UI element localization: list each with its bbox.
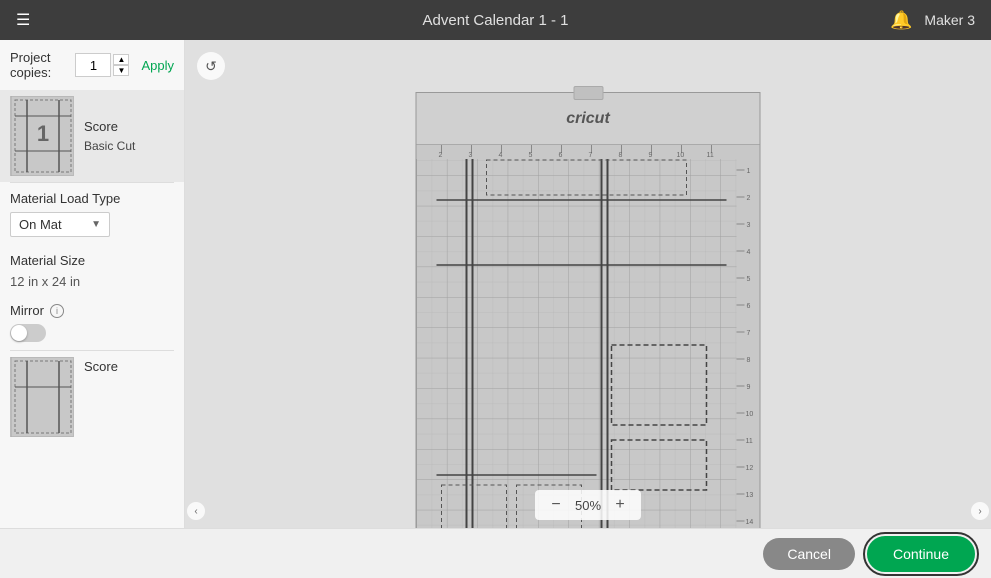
mat-thumbnail-svg-2: [11, 357, 73, 437]
svg-text:1: 1: [747, 168, 751, 175]
copies-up-arrow[interactable]: ▲: [113, 54, 129, 65]
continue-button[interactable]: Continue: [867, 536, 975, 572]
svg-text:5: 5: [747, 276, 751, 283]
material-load-section: Material Load Type On Mat ▼: [0, 183, 184, 245]
mirror-row: Mirror i: [0, 297, 184, 324]
svg-text:10: 10: [746, 411, 754, 418]
grid-canvas: 1 2 3 4 5 6 7 8 9: [417, 145, 760, 528]
copies-down-arrow[interactable]: ▼: [113, 65, 129, 76]
rotate-icon[interactable]: ↺: [197, 52, 225, 80]
mat-thumbnail-svg-1: 1: [11, 96, 73, 176]
project-copies-label: Project copies:: [10, 50, 67, 80]
footer: Cancel Continue: [0, 528, 991, 578]
svg-text:5: 5: [529, 152, 533, 159]
svg-text:11: 11: [707, 152, 714, 159]
svg-text:6: 6: [559, 152, 563, 159]
svg-text:4: 4: [747, 249, 751, 256]
svg-text:6: 6: [747, 303, 751, 310]
material-load-dropdown[interactable]: On Mat ▼: [10, 212, 110, 237]
mat-thumbnail-2: [10, 357, 74, 437]
cricut-header: cricut: [417, 93, 760, 145]
zoom-in-button[interactable]: +: [609, 494, 631, 516]
dropdown-arrow-icon: ▼: [91, 219, 101, 230]
scroll-right-button[interactable]: ›: [971, 502, 989, 520]
mat-thumbnail-1: 1: [10, 96, 74, 176]
material-size-label: Material Size: [10, 253, 174, 268]
mat-item-1[interactable]: 1 Score Basic Cut: [0, 90, 184, 182]
menu-icon[interactable]: ☰: [16, 10, 30, 30]
svg-text:13: 13: [746, 492, 754, 499]
toggle-knob: [11, 325, 27, 341]
mat-label-line1-1: Score: [84, 117, 135, 137]
mat-item-2[interactable]: Score: [0, 351, 184, 443]
svg-text:14: 14: [746, 519, 754, 526]
material-size-section: Material Size 12 in x 24 in: [0, 245, 184, 297]
copies-arrows: ▲ ▼: [113, 54, 129, 76]
copies-input[interactable]: [75, 53, 111, 77]
mirror-label: Mirror: [10, 303, 44, 318]
mirror-toggle[interactable]: [10, 324, 46, 342]
mirror-info-icon[interactable]: i: [50, 304, 64, 318]
svg-text:12: 12: [746, 465, 754, 472]
zoom-label: 50%: [575, 498, 601, 513]
svg-text:7: 7: [589, 152, 593, 159]
header-right: 🔔 Maker 3: [890, 10, 975, 31]
scroll-left-button[interactable]: ‹: [187, 502, 205, 520]
mat-list: 1 Score Basic Cut Material Load Type On …: [0, 86, 184, 528]
svg-text:3: 3: [469, 152, 473, 159]
zoom-out-button[interactable]: −: [545, 494, 567, 516]
material-load-label: Material Load Type: [10, 191, 174, 206]
svg-text:8: 8: [747, 357, 751, 364]
material-size-value: 12 in x 24 in: [10, 274, 174, 289]
svg-text:11: 11: [746, 438, 753, 445]
mat-label-line1-2: Score: [84, 357, 118, 377]
svg-text:9: 9: [747, 384, 751, 391]
app-header: ☰ Advent Calendar 1 - 1 🔔 Maker 3: [0, 0, 991, 40]
cricut-logo: cricut: [566, 110, 610, 128]
mat-grip: [573, 86, 603, 100]
header-title: Advent Calendar 1 - 1: [423, 12, 569, 29]
mat-label-line2-1: Basic Cut: [84, 137, 135, 155]
left-panel: Project copies: ▲ ▼ Apply: [0, 40, 185, 528]
grid-svg: 1 2 3 4 5 6 7 8 9: [417, 145, 760, 528]
svg-text:1: 1: [37, 121, 49, 146]
svg-text:7: 7: [747, 330, 751, 337]
svg-text:10: 10: [677, 152, 685, 159]
material-load-value: On Mat: [19, 217, 62, 232]
svg-text:9: 9: [649, 152, 653, 159]
svg-text:2: 2: [747, 195, 751, 202]
canvas-area: ↺ cricut: [185, 40, 991, 528]
mat-canvas: cricut: [416, 92, 761, 528]
mat-info-1: Score Basic Cut: [84, 117, 135, 155]
main-layout: Project copies: ▲ ▼ Apply: [0, 40, 991, 528]
cancel-button[interactable]: Cancel: [763, 538, 855, 570]
bell-icon[interactable]: 🔔: [890, 10, 912, 31]
svg-text:4: 4: [499, 152, 503, 159]
svg-text:8: 8: [619, 152, 623, 159]
device-label: Maker 3: [924, 12, 975, 28]
project-copies-row: Project copies: ▲ ▼ Apply: [0, 40, 184, 86]
copies-input-wrapper: ▲ ▼: [75, 53, 129, 77]
apply-button[interactable]: Apply: [141, 58, 174, 73]
mat-info-2: Score: [84, 357, 118, 377]
svg-text:2: 2: [439, 152, 443, 159]
svg-text:3: 3: [747, 222, 751, 229]
zoom-controls: − 50% +: [535, 490, 641, 520]
